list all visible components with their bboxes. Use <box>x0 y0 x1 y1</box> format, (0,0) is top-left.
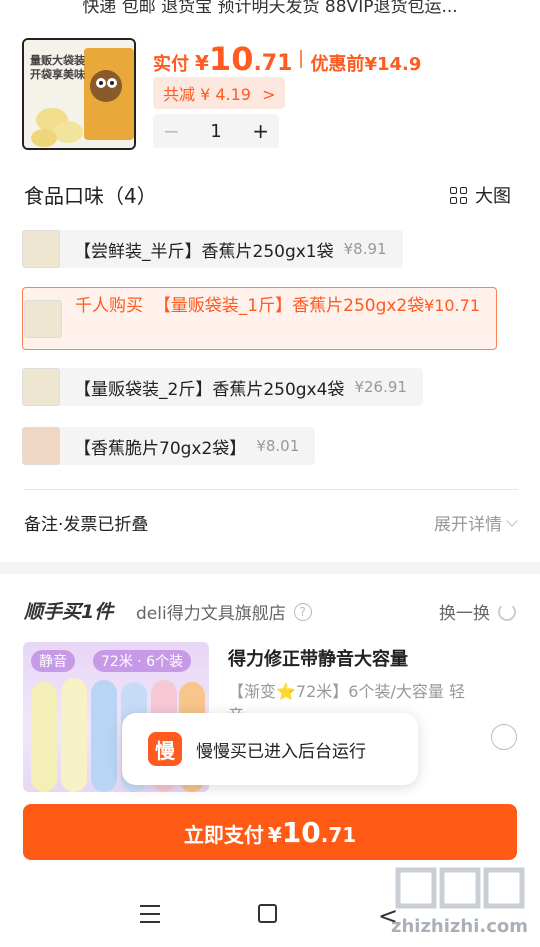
option-price: ¥10.71 <box>424 296 480 315</box>
product-summary: 量贩大袋装 开袋享美味 实付 ¥ 10 .71 优惠前 ¥14.9 共减 ¥ 4… <box>22 38 522 153</box>
expand-details-label: 展开详情 <box>434 515 502 535</box>
option-price: ¥8.91 <box>343 240 387 258</box>
before-discount-label: 优惠前 <box>310 54 365 75</box>
product-image-caption: 量贩大袋装 开袋享美味 <box>30 54 85 81</box>
app-icon: 慢 <box>148 732 182 766</box>
flavor-option-3[interactable]: 【量贩袋装_2斤】香蕉片250gx4袋 ¥26.91 <box>22 368 423 406</box>
addon-shop[interactable]: deli得力文具旗舰店 ? <box>136 599 312 624</box>
pay-amount-dec: .71 <box>320 823 357 847</box>
product-thumbnail[interactable]: 量贩大袋装 开袋享美味 <box>22 38 136 150</box>
addon-shop-name: deli得力文具旗舰店 <box>136 604 286 624</box>
increase-quantity-button[interactable]: + <box>252 119 269 143</box>
toast-message: 慢慢买已进入后台运行 <box>196 741 366 762</box>
background-running-toast: 慢 慢慢买已进入后台运行 <box>122 713 418 785</box>
flavor-option-4[interactable]: 【香蕉脆片70gx2袋】 ¥8.01 <box>22 427 316 465</box>
option-popular-tag: 千人购买 <box>75 296 143 316</box>
addon-product-spec: 【渐变⭐72米】6个装/大容量 轻音 <box>228 682 465 716</box>
quantity-stepper: − 1 + <box>153 114 279 148</box>
chevron-down-icon <box>506 514 518 527</box>
big-view-toggle[interactable]: 大图 <box>450 182 511 208</box>
option-name-text: 【量贩袋装_1斤】香蕉片250gx2袋 <box>153 296 425 316</box>
option-price: ¥8.01 <box>256 437 300 455</box>
section-divider <box>24 489 518 490</box>
home-icon[interactable] <box>258 904 277 923</box>
addon-product-name[interactable]: 得力修正带静音大容量 <box>228 645 408 671</box>
paid-currency: ¥ <box>195 51 209 75</box>
paid-price-dec: .71 <box>253 51 293 76</box>
price-separator <box>300 50 303 68</box>
quantity-value[interactable]: 1 <box>210 121 221 142</box>
refresh-icon <box>498 602 516 621</box>
swap-button[interactable]: 换一换 <box>439 599 516 624</box>
watermark-text: zhizhizhi.com <box>390 916 528 937</box>
grid-icon <box>450 186 467 204</box>
addon-section-title: 顺手买1件 <box>24 601 114 623</box>
decrease-quantity-button[interactable]: − <box>163 119 180 143</box>
shipping-info-text: 快递 包邮 退货宝 预计明天发货 88VIP退货包运... <box>82 0 458 14</box>
pay-now-label: 立即支付 <box>183 823 264 847</box>
option-name: 【量贩袋装_2斤】香蕉片250gx4袋 <box>74 379 345 400</box>
menu-icon[interactable] <box>140 905 160 923</box>
paid-price-int: 10 <box>208 40 254 78</box>
option-thumbnail <box>22 230 60 268</box>
option-thumbnail <box>22 427 60 465</box>
help-icon[interactable]: ? <box>293 602 312 621</box>
paid-price-row: 实付 ¥ 10 .71 优惠前 ¥14.9 <box>153 40 421 78</box>
before-discount-price: ¥14.9 <box>364 54 422 75</box>
swap-label: 换一换 <box>439 604 490 624</box>
paid-label: 实付 <box>153 54 189 75</box>
pay-currency: ¥ <box>267 823 282 847</box>
option-name: 【尝鲜装_半斤】香蕉片250gx1袋 <box>74 241 334 262</box>
pay-amount-int: 10 <box>281 816 321 849</box>
remarks-invoice-label: 备注·发票已折叠 <box>24 515 149 535</box>
big-view-label: 大图 <box>475 186 511 207</box>
section-gap <box>0 562 540 574</box>
option-price: ¥26.91 <box>354 378 407 396</box>
addon-select-radio[interactable] <box>491 724 517 750</box>
option-name: 千人购买 【量贩袋装_1斤】香蕉片250gx2袋 <box>75 294 435 319</box>
discount-total-badge[interactable]: 共减 ¥ 4.19 > <box>153 77 286 109</box>
flavor-option-1[interactable]: 【尝鲜装_半斤】香蕉片250gx1袋 ¥8.91 <box>22 230 403 268</box>
discount-total-text: 共减 ¥ 4.19 <box>163 85 251 104</box>
flavor-option-2-selected[interactable]: 千人购买 【量贩袋装_1斤】香蕉片250gx2袋 ¥10.71 <box>22 287 497 350</box>
chevron-right-icon: > <box>262 85 276 104</box>
option-thumbnail <box>22 368 60 406</box>
option-name: 【香蕉脆片70gx2袋】 <box>74 438 247 459</box>
option-thumbnail <box>24 300 62 338</box>
flavor-section-title: 食品口味（4） <box>24 184 157 208</box>
expand-details-button[interactable]: 展开详情 <box>434 510 518 535</box>
pay-now-button[interactable]: 立即支付 ¥ 10 .71 <box>23 804 517 860</box>
